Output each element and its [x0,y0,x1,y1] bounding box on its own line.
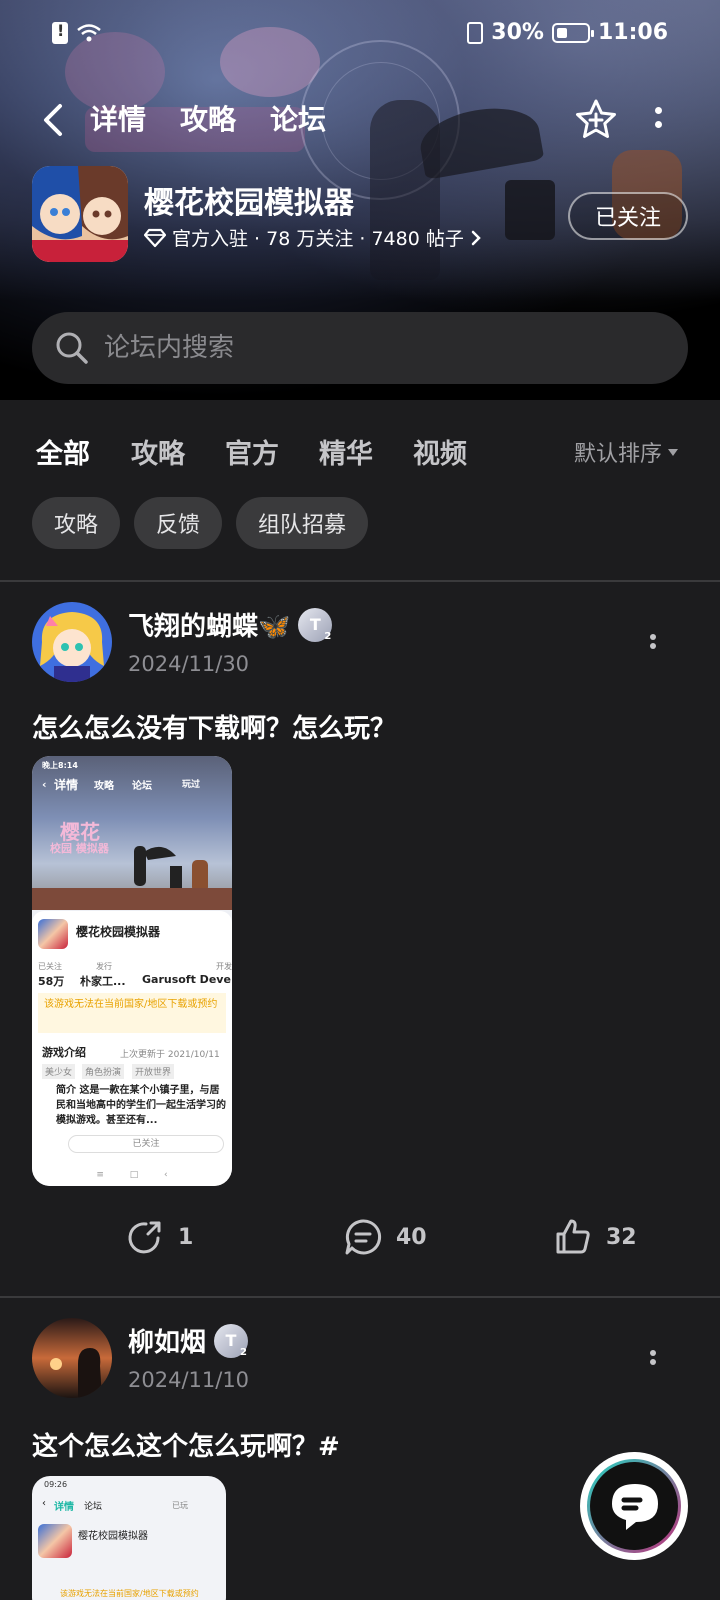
tab-details[interactable]: 详情 [90,98,146,138]
game-meta-text: 官方入驻 · 78 万关注 · 7480 帖子 [172,228,464,250]
category-tab-official[interactable]: 官方 [225,432,279,471]
battery-icon [551,22,594,43]
post-text[interactable]: 怎么怎么没有下载啊？怎么玩？ [32,708,396,745]
caret-down-icon [668,448,678,456]
tab-guides[interactable]: 攻略 [180,98,236,138]
category-section: 全部 攻略 官方 精华 视频 默认排序 攻略 反馈 组队招募 [0,400,720,580]
comment-count: 40 [396,1224,427,1250]
post-image[interactable]: 晚上8:14 ‹ 详情 攻略 论坛 玩过 樱花 校园 模拟器 樱花校园模拟器 已… [32,756,232,1186]
search-input[interactable] [104,312,664,384]
chat-bubble-icon [612,1484,658,1530]
game-meta[interactable]: 官方入驻 · 78 万关注 · 7480 帖子 [144,224,482,251]
tab-forum[interactable]: 论坛 [265,98,331,144]
vibrate-icon [467,21,484,44]
wifi-icon [77,24,101,42]
community-chat-fab[interactable] [580,1452,688,1560]
share-count: 1 [178,1224,194,1250]
level-badge-icon: T2 [298,607,333,642]
post-more-icon[interactable] [650,1350,658,1376]
forum-search-bar[interactable] [32,312,688,384]
level-badge-icon: T2 [214,1323,249,1358]
post-actions: 1 40 32 [0,1218,720,1268]
search-icon [56,332,88,364]
post-text[interactable]: 这个怎么这个怎么玩啊？# [32,1426,340,1463]
author-name: 飞翔的蝴蝶🦋 [128,612,291,642]
post-author[interactable]: 飞翔的蝴蝶🦋 T2 [128,606,333,643]
more-options-icon[interactable] [652,104,664,136]
avatar[interactable] [32,1318,112,1398]
comment-icon [345,1219,382,1255]
share-icon [128,1221,161,1254]
category-tab-featured[interactable]: 精华 [319,432,373,471]
screenshot-banner: 晚上8:14 ‹ 详情 攻略 论坛 玩过 樱花 校园 模拟器 [32,756,232,910]
game-title: 樱花校园模拟器 [144,186,354,221]
tag-chips: 攻略 反馈 组队招募 [32,497,369,549]
like-action[interactable]: 32 [554,1218,637,1256]
chip-team-recruit[interactable]: 组队招募 [236,497,369,549]
screenshot-card: 樱花校园模拟器 已关注 58万 发行 朴家工... 开发 Garusoft De… [32,911,232,1186]
hat-character-art [505,180,555,240]
category-tab-video[interactable]: 视频 [413,432,467,471]
chip-feedback[interactable]: 反馈 [134,497,223,549]
thumbs-up-icon [556,1219,590,1254]
sim-alert-icon [52,21,68,44]
status-bar: 30% 11:06 [0,0,720,72]
post-date: 2024/11/30 [128,652,250,676]
top-navigation: 详情 攻略 论坛 [0,96,720,144]
sort-label: 默认排序 [573,442,662,467]
like-count: 32 [606,1224,637,1250]
post-image[interactable]: 09:26 ‹ 详情 论坛 已玩 樱花校园模拟器 该游戏无法在当前国家/地区下载… [32,1476,226,1600]
post-date: 2024/11/10 [128,1368,250,1392]
follow-button[interactable]: 已关注 [568,192,688,240]
category-tab-all[interactable]: 全部 [36,432,90,473]
chevron-right-icon [471,230,481,245]
post-author[interactable]: 柳如烟 T2 [128,1322,249,1359]
sort-dropdown[interactable]: 默认排序 [574,436,678,468]
game-app-icon [32,166,128,262]
add-favorite-star-icon[interactable] [574,98,618,142]
back-arrow-icon[interactable] [40,102,68,138]
comment-action[interactable]: 40 [344,1218,427,1256]
share-action[interactable]: 1 [126,1218,193,1256]
author-name: 柳如烟 [128,1328,207,1358]
battery-percent: 30% [491,20,544,45]
post-more-icon[interactable] [650,634,658,660]
chip-guides[interactable]: 攻略 [32,497,121,549]
clock: 11:06 [597,20,668,45]
diamond-icon [144,228,166,247]
category-tab-guides[interactable]: 攻略 [131,432,185,471]
forum-post[interactable]: 飞翔的蝴蝶🦋 T2 2024/11/30 怎么怎么没有下载啊？怎么玩？ 晚上8:… [0,582,720,1296]
avatar[interactable] [32,602,112,682]
